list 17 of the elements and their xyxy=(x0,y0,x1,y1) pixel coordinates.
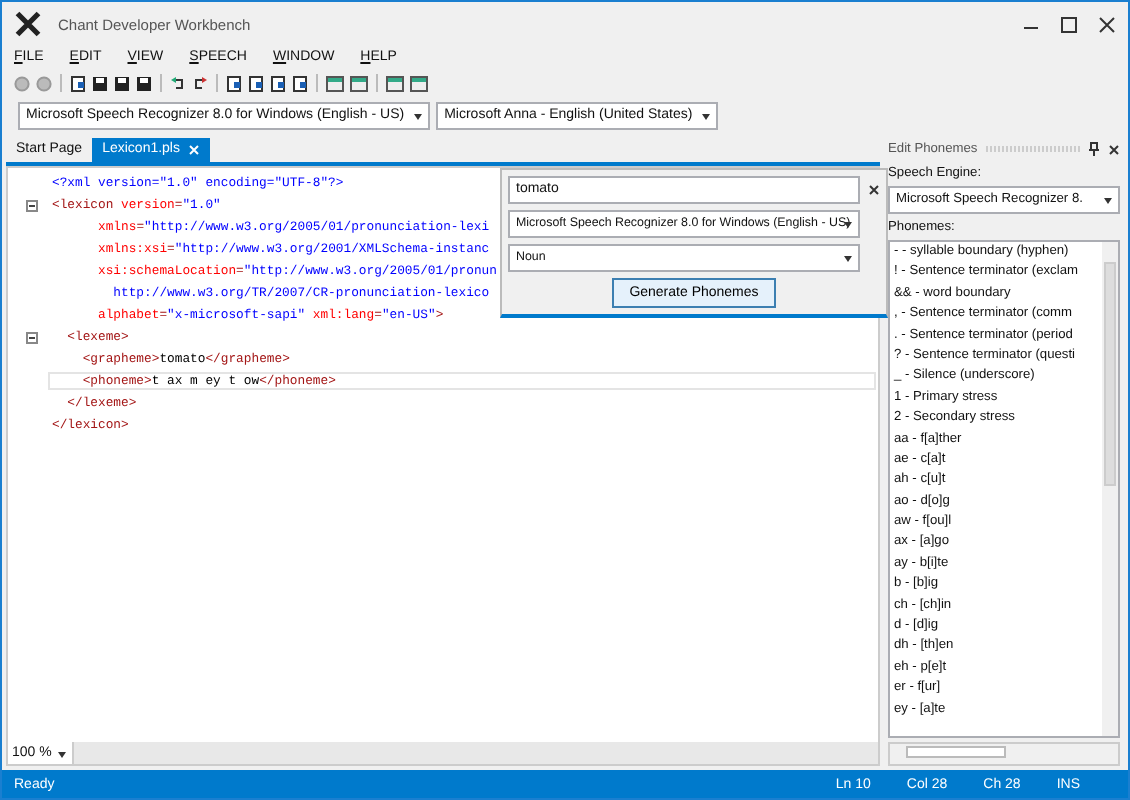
undo-icon[interactable] xyxy=(170,75,186,91)
horizontal-scrollbar[interactable] xyxy=(72,742,878,764)
close-icon[interactable] xyxy=(1098,15,1116,33)
redo-icon[interactable] xyxy=(192,75,208,91)
close-icon[interactable] xyxy=(1108,143,1120,155)
horizontal-scrollbar[interactable] xyxy=(888,742,1120,766)
document-icon[interactable] xyxy=(70,75,86,91)
window-icon[interactable] xyxy=(410,75,428,91)
maximize-icon[interactable] xyxy=(1060,15,1078,33)
window-icon[interactable] xyxy=(350,75,368,91)
window-icon[interactable] xyxy=(386,75,404,91)
pin-icon[interactable] xyxy=(1088,142,1100,156)
window-icon[interactable] xyxy=(326,75,344,91)
collapse-icon[interactable] xyxy=(26,199,38,211)
close-icon[interactable] xyxy=(868,184,880,196)
collapse-icon[interactable] xyxy=(26,331,38,343)
vertical-scrollbar[interactable] xyxy=(1102,242,1118,736)
